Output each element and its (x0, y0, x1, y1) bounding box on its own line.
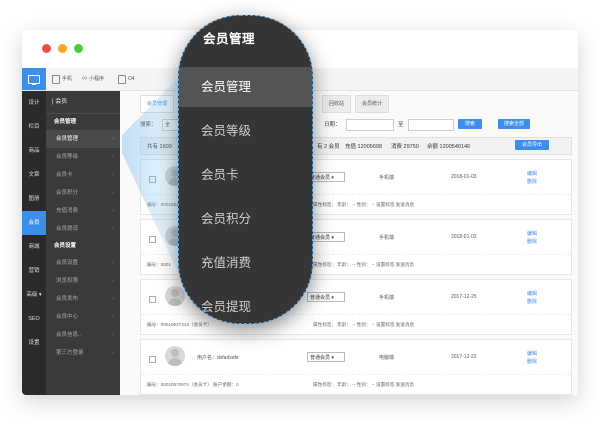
device-label: O4 (128, 76, 135, 82)
member-id: 编号：0001 (147, 262, 172, 267)
device-o4-button[interactable]: O4 (118, 68, 135, 90)
date-label: 日期： (324, 122, 341, 128)
row-checkbox[interactable] (149, 176, 156, 183)
row-checkbox[interactable] (149, 296, 156, 303)
delete-link[interactable]: 删除 (527, 358, 537, 366)
member-platform: 手机端 (379, 235, 395, 241)
subnav-group-title: 会员管理 (54, 119, 77, 125)
row-footer: 编号：00010570674（会员卡） 账户余额：0 属性标签： 年龄： -- … (141, 374, 571, 395)
subnav-item-browse-permission[interactable]: 浏览权限 (46, 272, 120, 290)
nav-item-seo[interactable]: SEO (22, 307, 46, 331)
tab-member-manage[interactable]: 会员管理 (140, 95, 175, 113)
member-platform: 电脑端 (379, 355, 395, 361)
member-date: 2017-12-22 (451, 354, 477, 360)
nav-item-albums[interactable]: 图册 (22, 187, 46, 211)
delete-link[interactable]: 删除 (527, 238, 537, 246)
member-date: 2017-12-25 (451, 294, 477, 300)
nav-item-settings[interactable]: 设置 (22, 331, 46, 355)
nav-item-products[interactable]: 商品 (22, 139, 46, 163)
subnav-item-member-publish[interactable]: 会员发布 (46, 290, 120, 308)
nav-item-mall[interactable]: 商城 (22, 235, 46, 259)
device-mobile-button[interactable]: 手机 (52, 68, 72, 90)
date-end-input[interactable] (408, 119, 454, 131)
avatar (165, 346, 185, 366)
export-members-button[interactable]: 会员导出 (515, 140, 549, 150)
edit-link[interactable]: 编辑 (527, 170, 537, 178)
row-checkbox[interactable] (149, 236, 156, 243)
tab-member-stats[interactable]: 会员统计 (355, 95, 390, 113)
edit-link[interactable]: 编辑 (527, 350, 537, 358)
member-attrs: 属性标签： 年龄： -- 性别： -- 设置标签 发送消息 (313, 382, 415, 387)
nav-item-members[interactable]: 会员 (22, 211, 46, 235)
stats-consume: 消费 29750 (391, 144, 419, 150)
zoom-menu-title: 会员管理 (203, 32, 256, 46)
minimize-window-button[interactable] (58, 44, 67, 53)
member-date: 2018-01-03 (451, 234, 477, 240)
calendar-icon (118, 74, 126, 84)
date-to-label: 至 (398, 122, 404, 128)
device-miniprogram-button[interactable]: ∞ 小程序 (82, 68, 104, 90)
date-start-input[interactable] (346, 119, 394, 131)
member-attrs: 属性标签： 年龄： -- 性别： -- 设置标签 发送消息 (313, 202, 415, 207)
nav-item-advanced[interactable]: 高级 ▾ (22, 283, 46, 307)
link-icon: ∞ (82, 75, 87, 82)
zoom-menu-item-member-level[interactable]: 会员等级 (179, 111, 312, 151)
subnav-item-member-info[interactable]: 会员信息.. (46, 326, 120, 344)
subnav-item-recharge[interactable]: 充值消费 (46, 202, 120, 220)
device-label: 小程序 (89, 76, 105, 82)
zoom-menu-item-member-card[interactable]: 会员卡 (179, 155, 312, 195)
device-label: 手机 (62, 76, 73, 82)
stats-total: 共有 1609 (147, 144, 172, 150)
delete-link[interactable]: 删除 (527, 298, 537, 306)
maximize-window-button[interactable] (74, 44, 83, 53)
member-attrs: 属性标签： 年龄： -- 性别： -- 设置标签 发送消息 (313, 322, 415, 327)
mobile-icon (52, 74, 60, 84)
primary-nav: 设计 栏目 商品 文章 图册 会员 商城 营销 高级 ▾ SEO 设置 (22, 91, 46, 395)
member-level-select[interactable]: 普通会员 ▾ (307, 352, 345, 362)
stats-recharge: 充值 12005698 (345, 144, 382, 150)
secondary-nav: | 会员 会员管理 会员管理 会员等级 会员卡 会员积分 充值消费 会员提现 会… (46, 91, 120, 395)
search-button[interactable]: 搜索 (458, 119, 482, 129)
nav-item-column[interactable]: 栏目 (22, 115, 46, 139)
nav-item-articles[interactable]: 文章 (22, 163, 46, 187)
subnav-item-member-center[interactable]: 会员中心 (46, 308, 120, 326)
stats-members: 有 2 会员 (317, 144, 340, 150)
table-row: 用户名：dsfadsafe 普通会员 ▾ 电脑端 2017-12-22 编辑 删… (140, 339, 572, 395)
member-level-select[interactable]: 普通会员 ▾ (307, 292, 345, 302)
subnav-item-member-manage[interactable]: 会员管理 (46, 130, 120, 148)
search-all-button[interactable]: 搜索全部 (498, 119, 530, 129)
desktop-icon (28, 74, 40, 85)
member-id: 编号：00010570674（会员卡） 账户余额：0 (147, 382, 239, 387)
zoom-menu-item-member-manage[interactable]: 会员管理 (179, 67, 312, 107)
delete-link[interactable]: 删除 (527, 178, 537, 186)
row-checkbox[interactable] (149, 356, 156, 363)
subnav-header: | 会员 (46, 91, 120, 114)
search-label: 搜索： (140, 122, 157, 128)
subnav-item-member-points[interactable]: 会员积分 (46, 184, 120, 202)
zoom-menu-item-withdraw[interactable]: 会员提现 (179, 287, 312, 323)
zoom-menu-callout: 会员管理 会员管理 会员等级 会员卡 会员积分 充值消费 会员提现 (178, 15, 313, 324)
nav-item-marketing[interactable]: 营销 (22, 259, 46, 283)
stats-balance: 余额 1200540146 (427, 144, 471, 150)
member-platform: 手机端 (379, 175, 395, 181)
nav-item-design[interactable]: 设计 (22, 91, 46, 115)
member-id: 编号：0001052 (147, 202, 179, 207)
subnav-item-member-level[interactable]: 会员等级 (46, 148, 120, 166)
member-attrs: 属性标签： 年龄： -- 性别： -- 设置标签 发送消息 (313, 262, 415, 267)
subnav-item-withdraw[interactable]: 会员提现 (46, 220, 120, 238)
member-platform: 手机端 (379, 295, 395, 301)
zoom-menu-item-recharge[interactable]: 充值消费 (179, 243, 312, 283)
subnav-item-third-party-login[interactable]: 第三方登录 (46, 344, 120, 362)
member-date: 2018-01-03 (451, 174, 477, 180)
device-pc-button[interactable] (22, 68, 46, 90)
tab-recycle-bin[interactable]: 回收站 (322, 95, 352, 113)
subnav-item-member-card[interactable]: 会员卡 (46, 166, 120, 184)
edit-link[interactable]: 编辑 (527, 290, 537, 298)
edit-link[interactable]: 编辑 (527, 230, 537, 238)
zoom-menu-item-member-points[interactable]: 会员积分 (179, 199, 312, 239)
member-username: 用户名：dsfadsafe (197, 355, 239, 361)
subnav-group-title: 会员设置 (54, 243, 77, 249)
subnav-item-member-settings[interactable]: 会员设置 (46, 254, 120, 272)
close-window-button[interactable] (42, 44, 51, 53)
